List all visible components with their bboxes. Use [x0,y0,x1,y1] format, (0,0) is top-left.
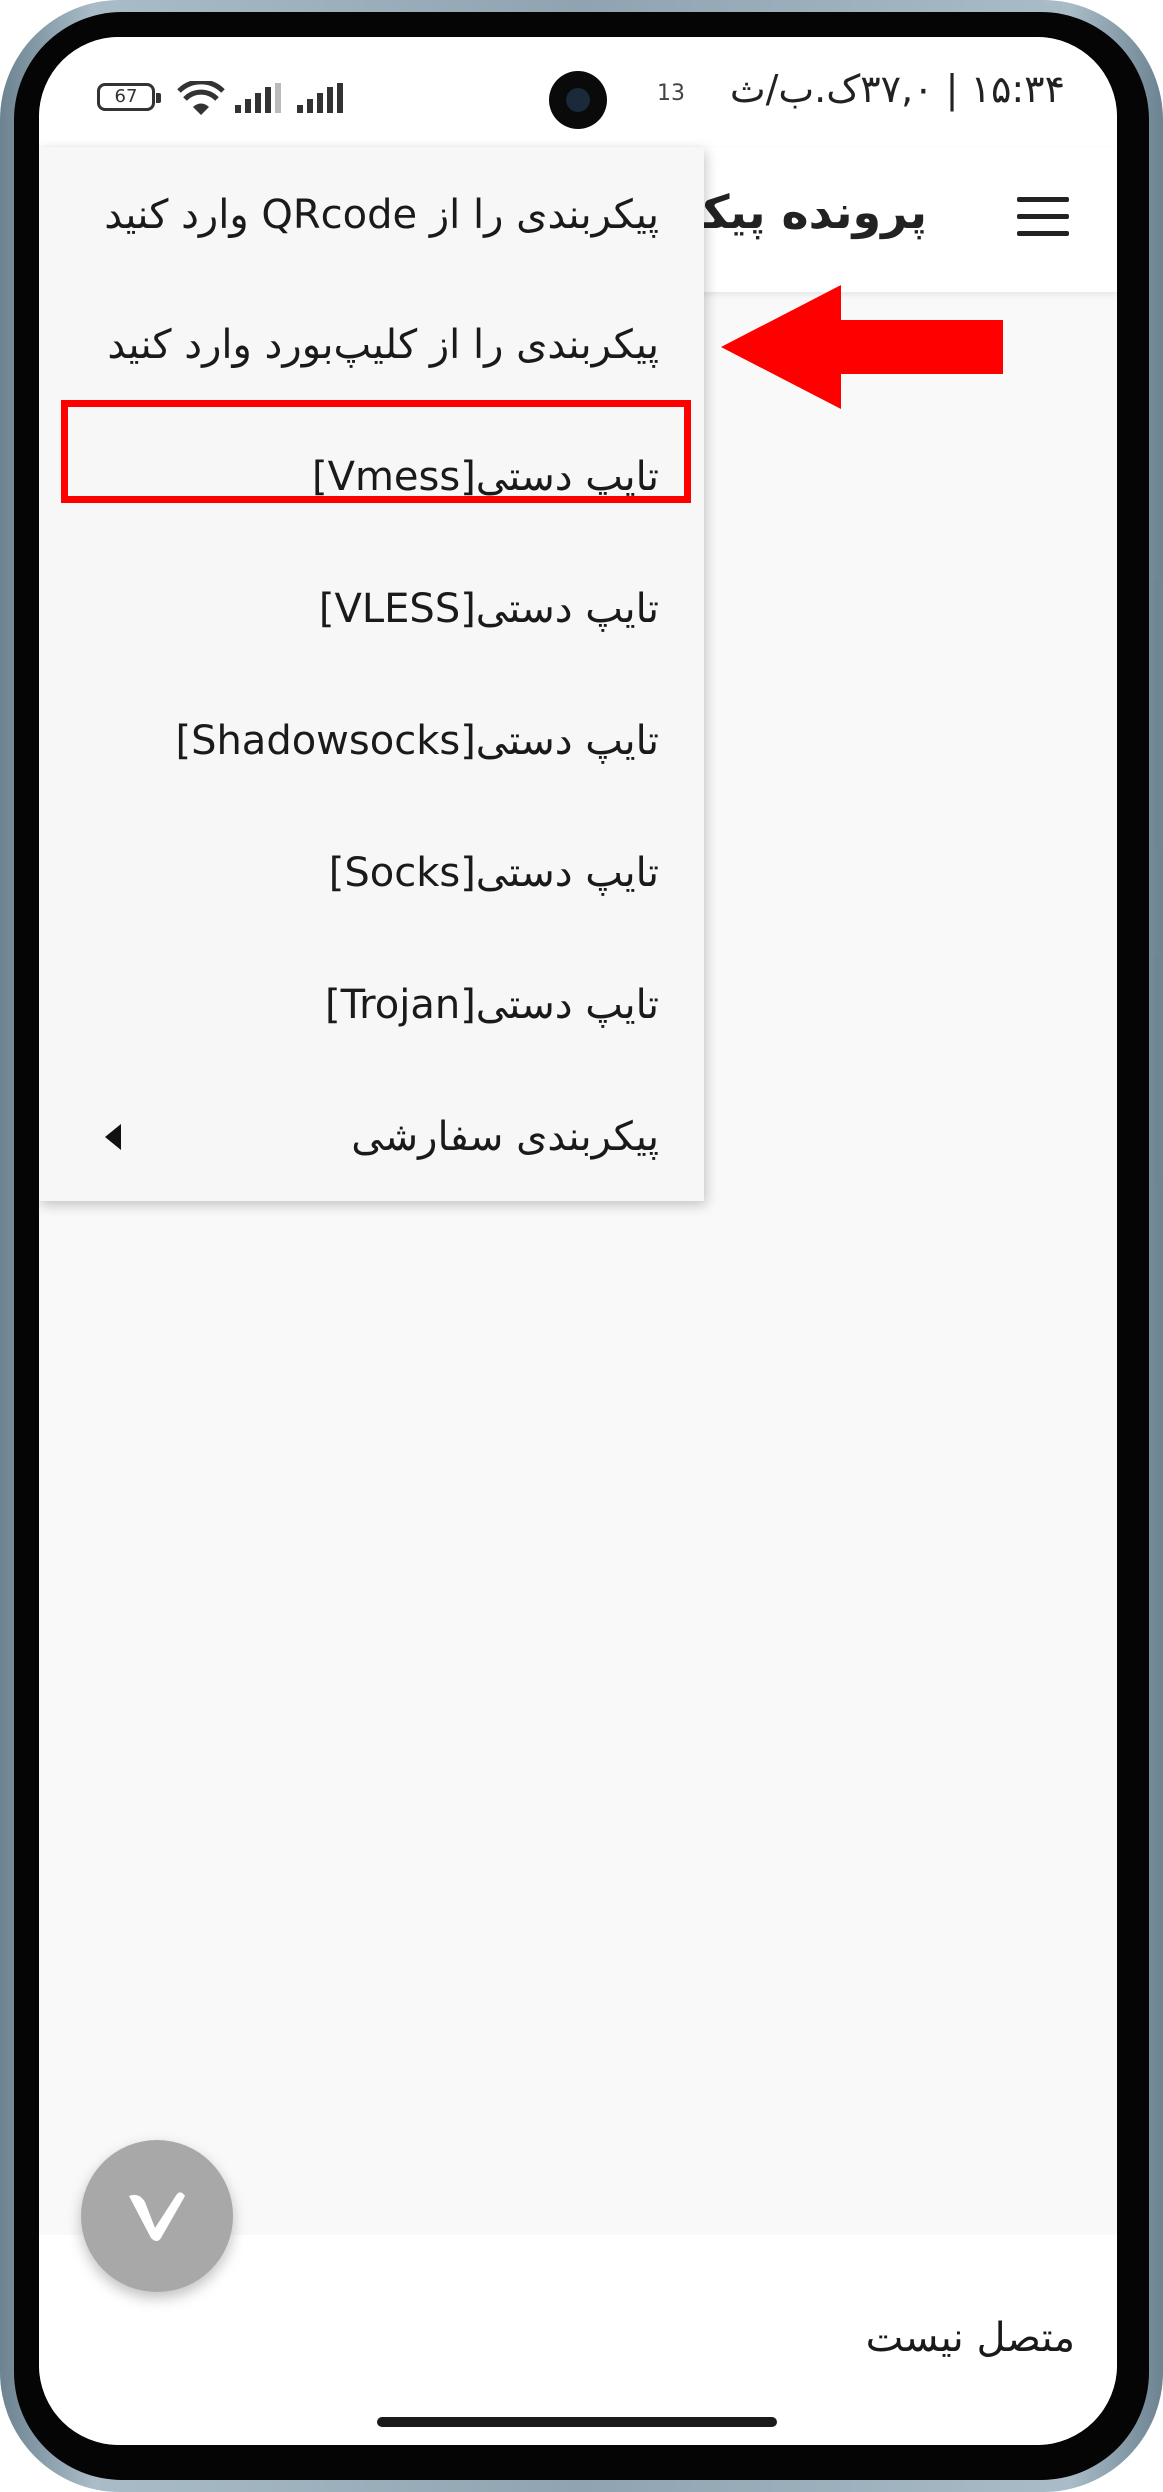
status-bar: 67 13 ۱۵:۳۴ | ۳۷,۰ک.ب/ث [39,37,1117,147]
menu-item-import-qrcode[interactable]: پیکربندی را از QRcode وارد کنید [39,150,704,280]
signal-icon-2 [297,83,343,113]
menu-item-import-clipboard[interactable]: پیکربندی را از کلیپ‌بورد وارد کنید [39,280,704,410]
submenu-arrow-icon [105,1124,121,1150]
menu-item-manual-shadowsocks[interactable]: تایپ دستی[Shadowsocks] [39,676,704,806]
battery-level: 67 [114,86,138,107]
menu-item-label: تایپ دستی[Shadowsocks] [175,718,659,764]
home-indicator [377,2417,777,2427]
menu-item-custom-config[interactable]: پیکربندی سفارشی [39,1072,704,1202]
signal-icon [235,83,281,113]
phone-frame: 67 13 ۱۵:۳۴ | ۳۷,۰ک.ب/ث پرونده پیکربندی … [0,0,1163,2492]
red-arrow-annotation [721,285,1003,409]
menu-item-manual-trojan[interactable]: تایپ دستی[Trojan] [39,940,704,1070]
menu-item-label: پیکربندی را از کلیپ‌بورد وارد کنید [107,322,659,368]
menu-item-label: تایپ دستی[Socks] [328,850,659,896]
volume-button [1155,580,1163,850]
connection-status: متصل نیست [865,2315,1075,2361]
v2ray-logo-icon [129,2192,185,2241]
screen: 67 13 ۱۵:۳۴ | ۳۷,۰ک.ب/ث پرونده پیکربندی … [39,37,1117,2445]
menu-icon[interactable] [1017,197,1069,237]
battery-icon: 67 [97,83,161,111]
menu-item-label: تایپ دستی[VLESS] [318,586,659,632]
front-camera [549,71,607,129]
power-button [1155,955,1163,1185]
highlight-box [61,400,691,503]
menu-item-label: تایپ دستی[Trojan] [325,982,659,1028]
menu-item-manual-socks[interactable]: تایپ دستی[Socks] [39,808,704,938]
status-time: ۱۵:۳۴ | ۳۷,۰ک.ب/ث [729,67,1065,111]
menu-item-label: پیکربندی سفارشی [351,1114,659,1160]
connect-button[interactable] [81,2140,233,2292]
menu-item-manual-vless[interactable]: تایپ دستی[VLESS] [39,544,704,674]
wifi-icon [177,81,225,115]
menu-item-label: پیکربندی را از QRcode وارد کنید [104,192,659,238]
add-config-menu: پیکربندی را از QRcode وارد کنید پیکربندی… [39,147,704,1201]
notification-count: 13 [657,81,685,106]
